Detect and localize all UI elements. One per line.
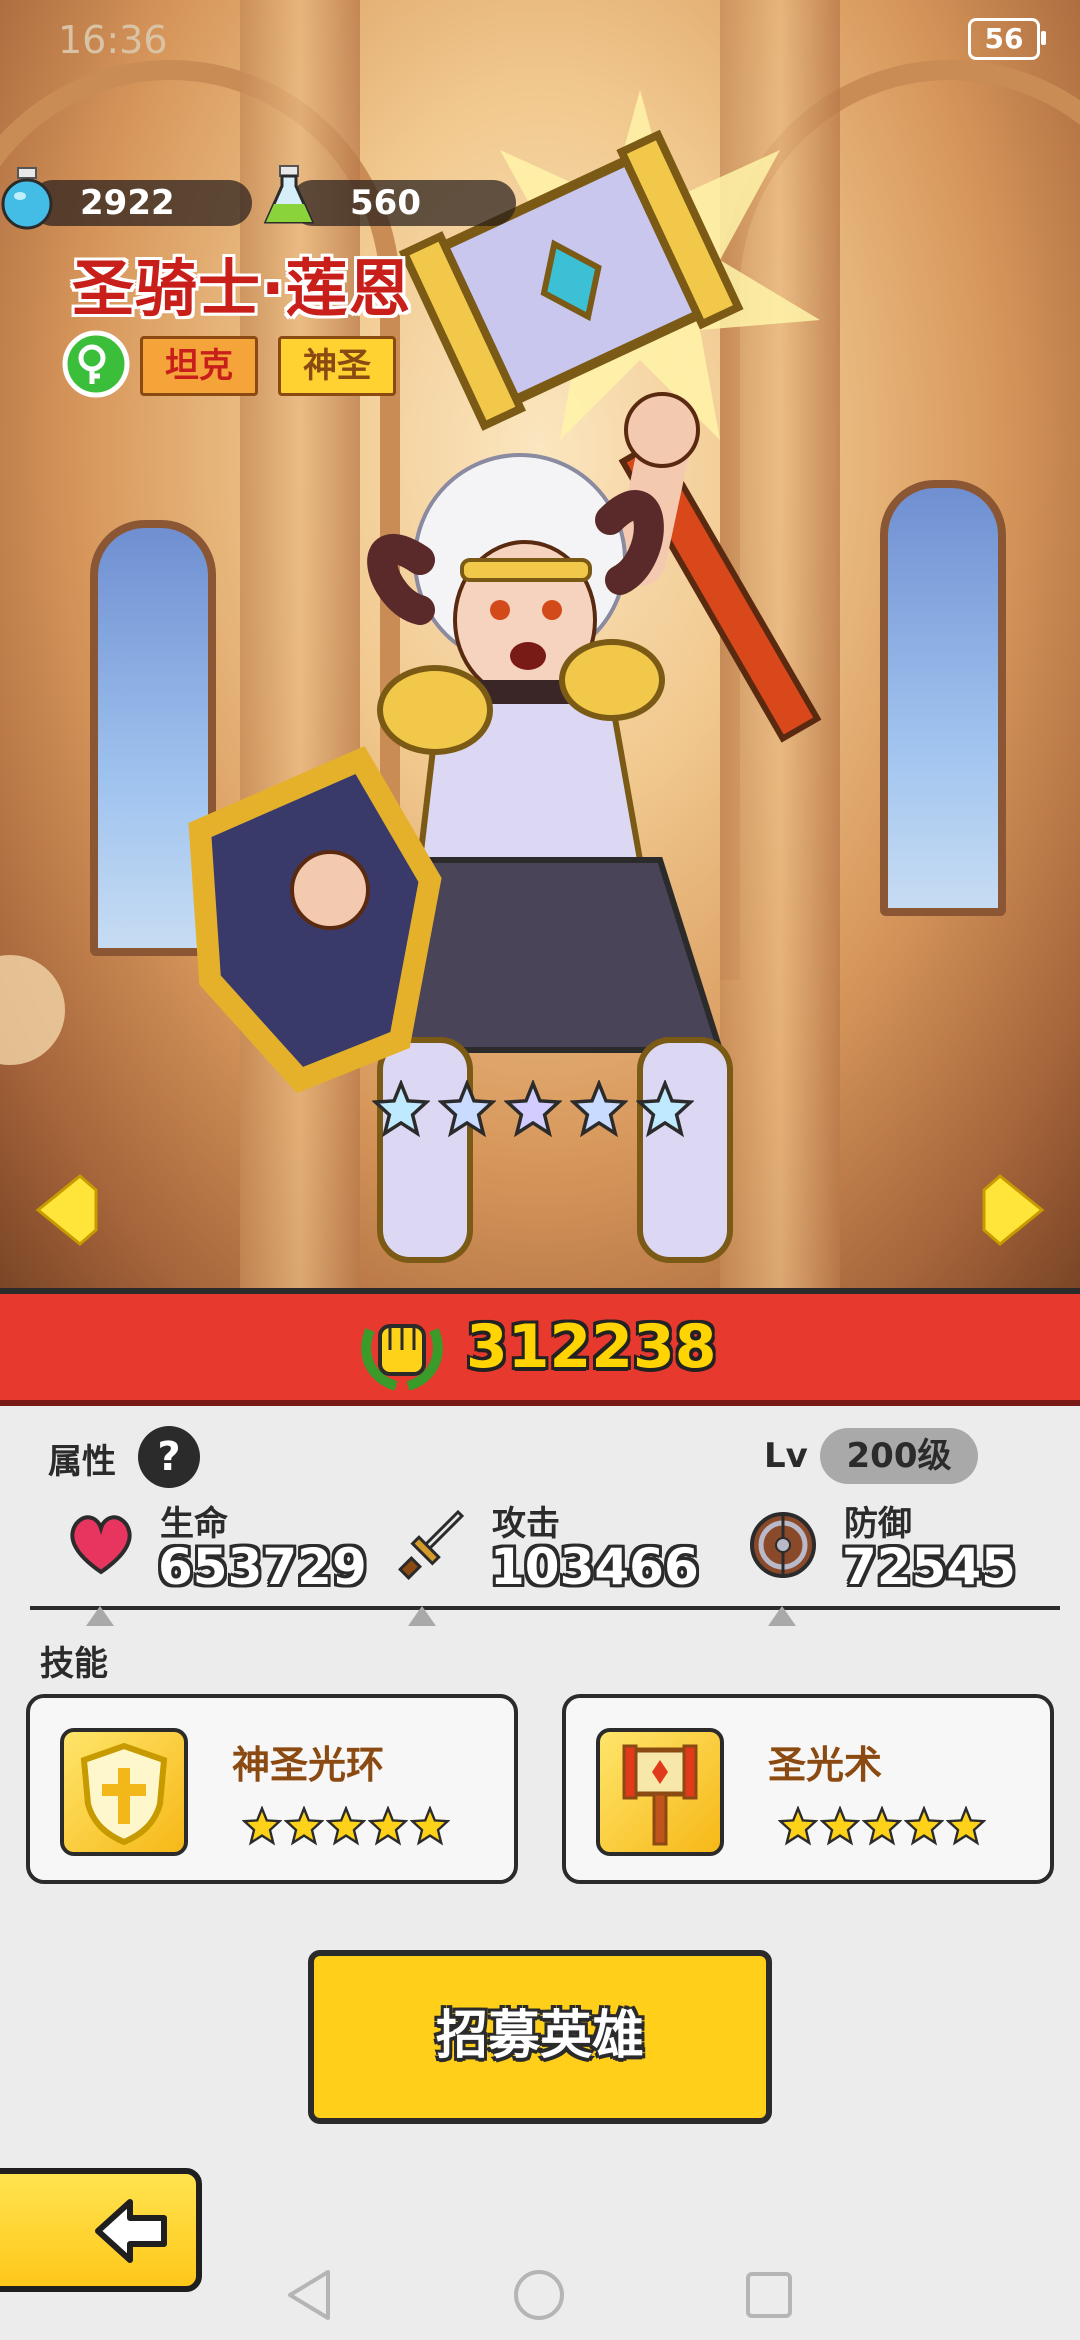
stat-value-attack: 103466 xyxy=(490,1538,699,1596)
skill-name: 圣光术 xyxy=(768,1743,883,1787)
back-button[interactable] xyxy=(0,2168,202,2292)
hero-name: 圣骑士·莲恩 xyxy=(72,252,412,325)
hero-showcase: 16:36 56 2922 560 圣骑士·莲恩 坦克 神圣 xyxy=(0,0,1080,1288)
resource-pill-green-potion[interactable]: 560 xyxy=(290,180,516,226)
divider-tick xyxy=(86,1606,114,1626)
star-icon xyxy=(636,1080,694,1138)
holy-shield-icon xyxy=(60,1728,188,1856)
star-icon xyxy=(326,1806,366,1846)
divider-tick xyxy=(408,1606,436,1626)
star-icon xyxy=(368,1806,408,1846)
combat-power-value: 312238 xyxy=(466,1312,717,1382)
skill-name: 神圣光环 xyxy=(232,1743,385,1787)
green-potion-icon xyxy=(263,165,315,224)
nav-recents-icon[interactable] xyxy=(744,2270,794,2320)
star-icon xyxy=(284,1806,324,1846)
combat-power-bar: 312238 xyxy=(0,1288,1080,1406)
star-icon xyxy=(946,1806,986,1846)
next-hero-arrow-icon[interactable] xyxy=(978,1170,1050,1250)
recruit-hero-button[interactable]: 招募英雄 xyxy=(308,1950,772,2124)
star-icon xyxy=(438,1080,496,1138)
resource-value: 2922 xyxy=(80,183,175,223)
star-icon xyxy=(410,1806,450,1846)
level-badge: 200级 xyxy=(820,1428,978,1484)
heart-icon xyxy=(70,1515,132,1575)
fist-laurel-icon xyxy=(361,1324,443,1390)
star-icon xyxy=(372,1080,430,1138)
level-prefix: Lv xyxy=(764,1436,808,1476)
hero-tag-holy: 神圣 xyxy=(278,336,396,396)
prev-hero-arrow-icon[interactable] xyxy=(30,1170,102,1250)
nav-back-icon[interactable] xyxy=(284,2268,334,2322)
sword-icon xyxy=(398,1510,465,1580)
hammer-icon xyxy=(596,1728,724,1856)
star-icon xyxy=(242,1806,282,1846)
skill-card-holy-light[interactable]: 圣光术 xyxy=(562,1694,1054,1884)
resource-pill-blue-potion[interactable]: 2922 xyxy=(30,180,252,226)
star-icon xyxy=(904,1806,944,1846)
skill-card-holy-aura[interactable]: 神圣光环 xyxy=(26,1694,518,1884)
nav-home-icon[interactable] xyxy=(512,2268,566,2322)
star-icon xyxy=(778,1806,818,1846)
battery-indicator: 56 xyxy=(968,18,1046,60)
divider-tick xyxy=(768,1606,796,1626)
attributes-title: 属性 xyxy=(48,1442,116,1482)
skills-title: 技能 xyxy=(40,1644,108,1684)
hero-star-rating xyxy=(372,1080,694,1138)
attributes-divider xyxy=(30,1606,1060,1610)
back-arrow-icon xyxy=(95,2199,167,2263)
attributes-help-button[interactable]: ? xyxy=(138,1426,200,1488)
star-icon xyxy=(504,1080,562,1138)
status-time: 16:36 xyxy=(58,18,168,62)
stat-value-hp: 653729 xyxy=(158,1538,367,1596)
star-icon xyxy=(820,1806,860,1846)
shield-icon xyxy=(750,1512,816,1578)
blue-potion-icon xyxy=(1,167,53,230)
stat-value-defense: 72545 xyxy=(842,1538,1016,1596)
green-class-icon xyxy=(62,330,130,398)
hero-tag-tank: 坦克 xyxy=(140,336,258,396)
skill-star-rating xyxy=(242,1806,450,1846)
star-icon xyxy=(862,1806,902,1846)
star-icon xyxy=(570,1080,628,1138)
skill-star-rating xyxy=(778,1806,986,1846)
resource-value: 560 xyxy=(350,183,421,223)
